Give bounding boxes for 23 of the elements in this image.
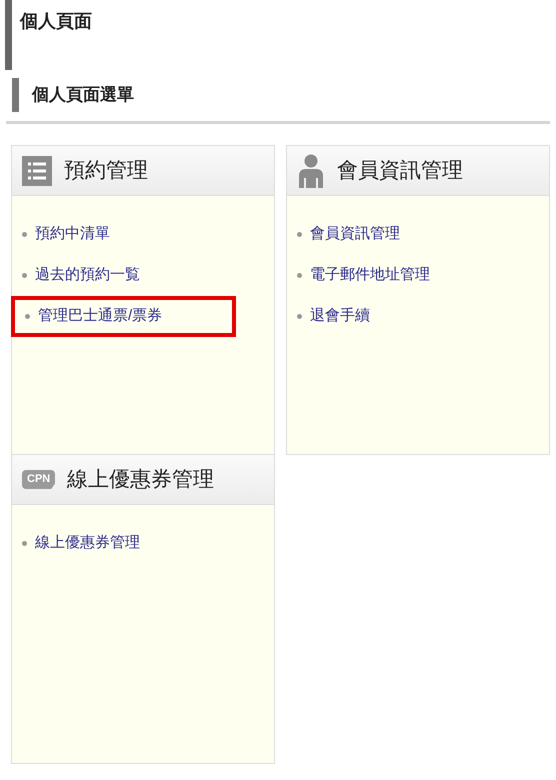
bullet-icon	[22, 273, 27, 278]
heading-accent-bar	[5, 0, 12, 70]
menu-link[interactable]: 線上優惠券管理	[35, 532, 140, 555]
card-title: 預約管理	[64, 158, 148, 184]
menu-link[interactable]: 過去的預約一覧	[35, 264, 140, 287]
person-icon	[297, 154, 325, 188]
bullet-icon	[22, 232, 27, 237]
menu-link[interactable]: 電子郵件地址管理	[310, 264, 430, 287]
page-title: 個人頁面	[20, 10, 92, 33]
bullet-icon	[22, 541, 27, 546]
bullet-icon	[297, 314, 302, 319]
heading-accent-bar	[12, 78, 19, 112]
menu-link[interactable]: 退會手續	[310, 305, 370, 328]
menu-link[interactable]: 預約中清單	[35, 223, 110, 246]
bullet-icon	[297, 232, 302, 237]
coupon-icon: CPN	[22, 470, 56, 489]
bullet-icon	[297, 273, 302, 278]
card-title: 會員資訊管理	[337, 158, 463, 184]
section-title: 個人頁面選單	[32, 84, 134, 106]
card-title: 線上優惠券管理	[67, 466, 214, 493]
list-icon	[22, 156, 52, 186]
bullet-icon	[25, 314, 30, 319]
menu-link[interactable]: 會員資訊管理	[310, 223, 400, 246]
